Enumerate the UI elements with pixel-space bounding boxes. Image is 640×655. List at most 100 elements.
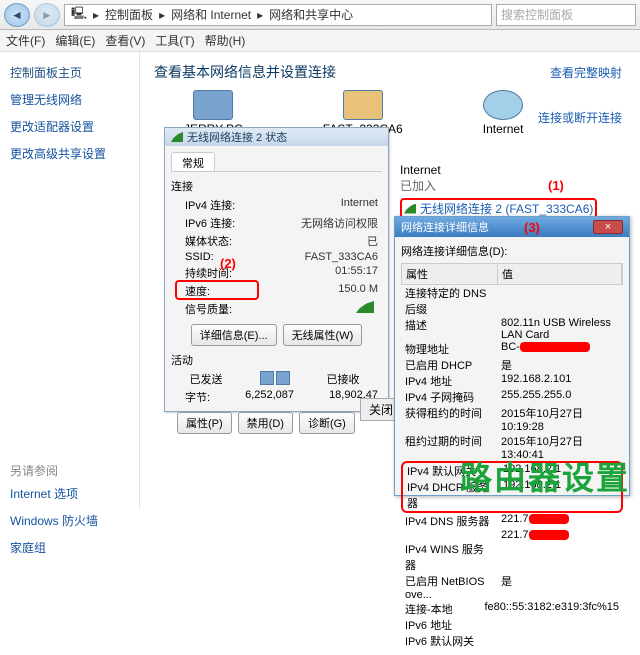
group-activity: 活动: [171, 352, 382, 368]
sidebar-link-wireless[interactable]: 管理无线网络: [10, 91, 129, 108]
net-label: Internet: [483, 122, 524, 136]
val: 221.7: [497, 529, 623, 541]
recv-label: 已接收: [327, 371, 360, 387]
breadcrumb-item[interactable]: 网络和共享中心: [269, 6, 353, 23]
annotation-1: (1): [548, 178, 564, 193]
menu-file[interactable]: 文件(F): [6, 32, 45, 49]
grid-header: 属性 值: [401, 263, 623, 285]
prop: [401, 529, 497, 541]
sidebar-link-homegroup[interactable]: 家庭组: [10, 539, 129, 556]
prop: 连接特定的 DNS 后缀: [401, 285, 497, 317]
label: IPv6 连接:: [185, 215, 235, 231]
val: 802.11n USB Wireless LAN Card: [497, 317, 623, 341]
value: 150.0 M: [338, 283, 378, 299]
sent-label: 已发送: [190, 371, 223, 387]
value: 已: [367, 233, 378, 249]
chevron-right-icon: ▸: [257, 8, 263, 22]
value: Internet: [341, 197, 378, 213]
sidebar-link-firewall[interactable]: Windows 防火墙: [10, 512, 129, 529]
disable-button[interactable]: 禁用(D): [238, 412, 293, 434]
value: 01:55:17: [335, 265, 378, 281]
sidebar-see-also: 另请参阅: [10, 462, 129, 479]
signal-icon: [171, 132, 183, 142]
val: 2015年10月27日 10:19:28: [497, 405, 623, 433]
net-icon-internet[interactable]: Internet: [483, 90, 524, 136]
prop: IPv4 WINS 服务器: [401, 541, 497, 573]
details-button[interactable]: 详细信息(E)...: [191, 324, 277, 346]
properties-button[interactable]: 属性(P): [177, 412, 232, 434]
nav-back-button[interactable]: ◄: [4, 3, 30, 27]
computer-icon: [276, 371, 290, 385]
sidebar-home[interactable]: 控制面板主页: [10, 64, 129, 81]
wifi-connection-link[interactable]: 无线网络连接 2 (FAST_333CA6): [420, 200, 593, 217]
tab-general[interactable]: 常规: [171, 152, 215, 171]
overlay-banner: 路由器设置: [460, 453, 630, 499]
prop: 物理地址: [401, 341, 497, 357]
signal-bars-icon: [356, 301, 374, 313]
menu-tools[interactable]: 工具(T): [155, 32, 194, 49]
sidebar-link-inetopt[interactable]: Internet 选项: [10, 485, 129, 502]
sidebar-link-sharing[interactable]: 更改高级共享设置: [10, 145, 129, 162]
breadcrumb-item[interactable]: 网络和 Internet: [171, 6, 251, 23]
val: BC-: [497, 341, 623, 357]
breadcrumb-item[interactable]: 控制面板: [105, 6, 153, 23]
sidebar-link-adapter[interactable]: 更改适配器设置: [10, 118, 129, 135]
label: 媒体状态:: [185, 233, 232, 249]
prop: 已启用 NetBIOS ove...: [401, 573, 497, 601]
val: [497, 541, 623, 573]
annotation-3: (3): [524, 220, 540, 235]
prop: 获得租约的时间: [401, 405, 497, 433]
val: 是: [497, 573, 623, 601]
chevron-right-icon: ▸: [159, 8, 165, 22]
menu-view[interactable]: 查看(V): [105, 32, 145, 49]
dialog-titlebar[interactable]: 无线网络连接 2 状态: [165, 128, 388, 146]
menu-edit[interactable]: 编辑(E): [55, 32, 95, 49]
val: [497, 285, 623, 317]
prop: IPv4 DNS 服务器: [401, 513, 497, 529]
diagnose-button[interactable]: 诊断(G): [299, 412, 355, 434]
label: IPv4 连接:: [185, 197, 235, 213]
prop: IPv4 地址: [401, 373, 497, 389]
col-property: 属性: [402, 264, 498, 284]
breadcrumb-icon: 🖳: [71, 4, 87, 25]
network-name: Internet: [400, 163, 600, 177]
annotation-box-2: [175, 280, 259, 300]
dialog-title: 网络连接详细信息: [401, 219, 489, 235]
redacted: [520, 342, 590, 352]
val: fe80::55:3182:e319:3fc%15: [480, 601, 623, 633]
address-bar: ◄ ► 🖳 ▸ 控制面板 ▸ 网络和 Internet ▸ 网络和共享中心 搜索…: [0, 0, 640, 30]
sidebar: 控制面板主页 管理无线网络 更改适配器设置 更改高级共享设置 另请参阅 Inte…: [0, 52, 140, 509]
house-icon: [343, 90, 383, 120]
dialog-titlebar[interactable]: 网络连接详细信息 ×: [395, 217, 629, 237]
prop: 已启用 DHCP: [401, 357, 497, 373]
redacted: [529, 530, 569, 540]
close-icon[interactable]: ×: [593, 220, 623, 234]
group-connection: 连接: [171, 178, 382, 194]
val: [497, 633, 623, 649]
subtitle: 网络连接详细信息(D):: [401, 243, 623, 259]
value: 6,252,087: [245, 389, 294, 405]
globe-icon: [483, 90, 523, 120]
active-network-block: Internet 已加入 无线网络连接 2 (FAST_333CA6): [400, 163, 600, 219]
val: 255.255.255.0: [497, 389, 623, 405]
search-placeholder: 搜索控制面板: [501, 6, 573, 23]
prop: IPv6 默认网关: [401, 633, 497, 649]
val: 221.7: [497, 513, 623, 529]
menu-bar: 文件(F) 编辑(E) 查看(V) 工具(T) 帮助(H): [0, 30, 640, 52]
dialog-title: 无线网络连接 2 状态: [187, 129, 287, 145]
network-joined: 已加入: [400, 177, 600, 194]
link-connect-disconnect[interactable]: 连接或断开连接: [538, 109, 622, 126]
link-full-map[interactable]: 查看完整映射: [550, 64, 622, 81]
search-input[interactable]: 搜索控制面板: [496, 4, 636, 26]
label: 信号质量:: [185, 301, 232, 317]
computer-icon: [260, 371, 274, 385]
label: 字节:: [185, 389, 210, 405]
nav-forward-button[interactable]: ►: [34, 3, 60, 27]
breadcrumb[interactable]: 🖳 ▸ 控制面板 ▸ 网络和 Internet ▸ 网络和共享中心: [64, 4, 492, 26]
value: FAST_333CA6: [305, 251, 378, 263]
val: 192.168.2.101: [497, 373, 623, 389]
computer-icon: [193, 90, 233, 120]
label: SSID:: [185, 251, 214, 263]
menu-help[interactable]: 帮助(H): [205, 32, 246, 49]
wireless-props-button[interactable]: 无线属性(W): [283, 324, 363, 346]
